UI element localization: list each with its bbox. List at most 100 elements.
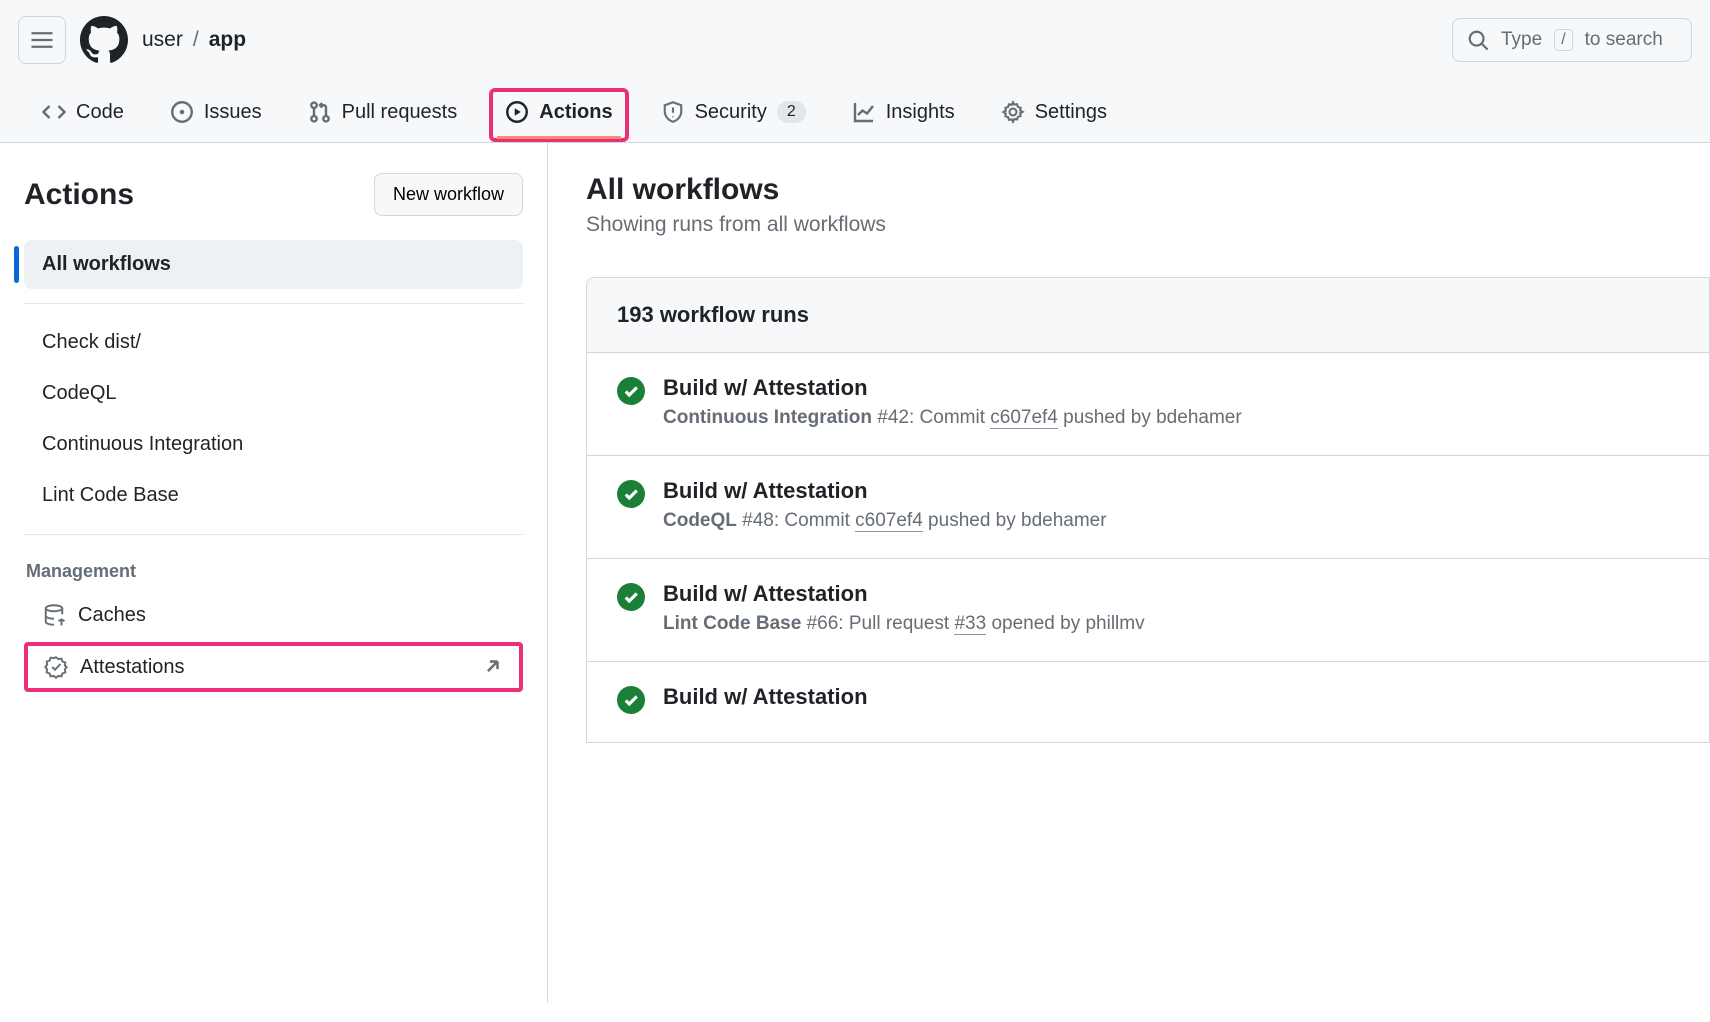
run-workflow[interactable]: Lint Code Base [663, 613, 801, 634]
success-icon [617, 583, 645, 611]
sidebar-sep [24, 303, 523, 304]
github-logo[interactable] [80, 16, 128, 64]
external-link-icon [481, 656, 503, 678]
search-input[interactable]: Type / to search [1452, 18, 1692, 62]
run-info: Build w/ Attestation Lint Code Base #66:… [663, 581, 1145, 635]
sidebar-item-label: Attestations [80, 656, 185, 679]
hamburger-icon [30, 28, 54, 52]
sidebar-title: Actions [24, 178, 134, 212]
run-number: #48 [742, 510, 774, 531]
run-meta-suffix: pushed by bdehamer [1058, 407, 1242, 428]
topbar: user / app Type / to search [0, 0, 1710, 76]
tab-pull-requests[interactable]: Pull requests [294, 88, 472, 142]
graph-icon [852, 100, 876, 124]
gear-icon [1001, 100, 1025, 124]
success-icon [617, 377, 645, 405]
search-key: / [1554, 29, 1572, 50]
breadcrumb: user / app [142, 28, 246, 52]
sidebar-group-management: Management [24, 549, 523, 590]
workflow-runs-count: 193 workflow runs [587, 278, 1709, 353]
sidebar-item-label: All workflows [42, 253, 171, 276]
run-meta: CodeQL #48: Commit c607ef4 pushed by bde… [663, 510, 1107, 532]
run-meta: Continuous Integration #42: Commit c607e… [663, 407, 1242, 429]
tab-insights[interactable]: Insights [838, 88, 969, 142]
sidebar: Actions New workflow All workflows Check… [0, 143, 548, 1003]
tab-actions[interactable]: Actions [489, 88, 628, 142]
new-workflow-button[interactable]: New workflow [374, 173, 523, 216]
security-badge: 2 [777, 101, 806, 123]
search-placeholder-pre: Type [1501, 29, 1542, 51]
breadcrumb-sep: / [193, 28, 199, 52]
workflow-run-row[interactable]: Build w/ Attestation Lint Code Base #66:… [587, 559, 1709, 662]
sidebar-sep [24, 534, 523, 535]
content-title: All workflows [586, 173, 1710, 207]
tab-pulls-label: Pull requests [342, 101, 458, 124]
sidebar-item-label: Check dist/ [42, 331, 141, 354]
run-meta-mid: : Commit [774, 510, 855, 531]
run-meta-mid: : Pull request [838, 613, 954, 634]
run-title[interactable]: Build w/ Attestation [663, 478, 1107, 504]
success-icon [617, 480, 645, 508]
sidebar-item-workflow[interactable]: CodeQL [24, 369, 523, 418]
run-number: #66 [807, 613, 839, 634]
tab-code-label: Code [76, 101, 124, 124]
issue-icon [170, 100, 194, 124]
content: All workflows Showing runs from all work… [548, 143, 1710, 1003]
tab-settings-label: Settings [1035, 101, 1107, 124]
tab-issues-label: Issues [204, 101, 262, 124]
sidebar-item-label: Lint Code Base [42, 484, 179, 507]
workflow-run-row[interactable]: Build w/ Attestation CodeQL #48: Commit … [587, 456, 1709, 559]
menu-button[interactable] [18, 16, 66, 64]
tab-security[interactable]: Security 2 [647, 88, 820, 142]
shield-icon [661, 100, 685, 124]
run-number: #42 [877, 407, 909, 428]
tab-settings[interactable]: Settings [987, 88, 1121, 142]
search-placeholder-post: to search [1585, 29, 1663, 51]
run-info: Build w/ Attestation CodeQL #48: Commit … [663, 478, 1107, 532]
sidebar-item-workflow[interactable]: Lint Code Base [24, 471, 523, 520]
sidebar-item-attestations[interactable]: Attestations [24, 642, 523, 692]
success-icon [617, 686, 645, 714]
sidebar-item-label: Continuous Integration [42, 433, 243, 456]
sidebar-header: Actions New workflow [24, 173, 523, 216]
sidebar-item-all-workflows[interactable]: All workflows [24, 240, 523, 289]
breadcrumb-owner[interactable]: user [142, 28, 183, 52]
run-title[interactable]: Build w/ Attestation [663, 375, 1242, 401]
tab-actions-label: Actions [539, 101, 612, 124]
run-meta-suffix: pushed by bdehamer [923, 510, 1107, 531]
run-title[interactable]: Build w/ Attestation [663, 684, 868, 710]
run-info: Build w/ Attestation Continuous Integrat… [663, 375, 1242, 429]
run-commit-link[interactable]: c607ef4 [855, 510, 923, 532]
github-icon [80, 16, 128, 64]
tab-code[interactable]: Code [28, 88, 138, 142]
play-icon [505, 100, 529, 124]
run-commit-link[interactable]: c607ef4 [990, 407, 1058, 429]
run-meta-suffix: opened by phillmv [986, 613, 1144, 634]
search-icon [1467, 29, 1489, 51]
run-info: Build w/ Attestation [663, 684, 868, 716]
repo-nav: Code Issues Pull requests Actions Securi… [0, 76, 1710, 143]
sidebar-item-workflow[interactable]: Continuous Integration [24, 420, 523, 469]
pull-request-icon [308, 100, 332, 124]
breadcrumb-repo[interactable]: app [209, 28, 246, 52]
content-subtitle: Showing runs from all workflows [586, 213, 1710, 237]
run-workflow[interactable]: CodeQL [663, 510, 737, 531]
workflow-run-row[interactable]: Build w/ Attestation Continuous Integrat… [587, 353, 1709, 456]
sidebar-item-label: Caches [78, 604, 146, 627]
sidebar-item-label: CodeQL [42, 382, 117, 405]
workflow-runs-box: 193 workflow runs Build w/ Attestation C… [586, 277, 1710, 743]
sidebar-item-caches[interactable]: Caches [24, 590, 523, 640]
workflow-run-row[interactable]: Build w/ Attestation [587, 662, 1709, 742]
main: Actions New workflow All workflows Check… [0, 143, 1710, 1003]
tab-security-label: Security [695, 101, 767, 124]
sidebar-item-workflow[interactable]: Check dist/ [24, 318, 523, 367]
run-title[interactable]: Build w/ Attestation [663, 581, 1145, 607]
run-workflow[interactable]: Continuous Integration [663, 407, 872, 428]
code-icon [42, 100, 66, 124]
tab-insights-label: Insights [886, 101, 955, 124]
database-icon [42, 603, 66, 627]
run-meta-mid: : Commit [909, 407, 990, 428]
run-pr-link[interactable]: #33 [954, 613, 986, 635]
tab-issues[interactable]: Issues [156, 88, 276, 142]
run-meta: Lint Code Base #66: Pull request #33 ope… [663, 613, 1145, 635]
